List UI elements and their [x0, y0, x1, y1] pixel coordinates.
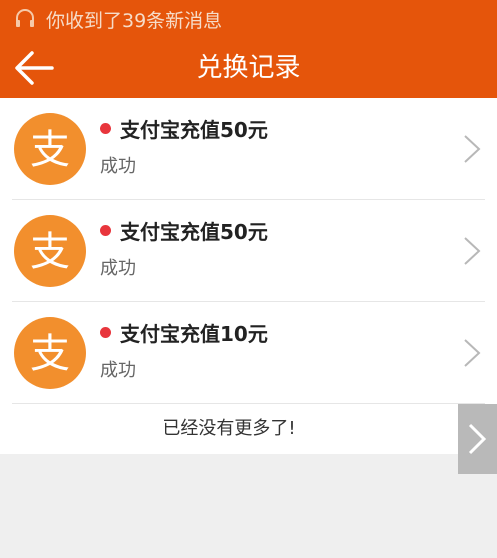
alipay-logo: 支 [14, 215, 86, 287]
status-bar: 你收到了39条新消息 [0, 0, 497, 38]
record-status: 成功 [100, 156, 136, 177]
chevron-right-icon [464, 339, 481, 367]
alipay-logo: 支 [14, 317, 86, 389]
alipay-logo-text: 支 [30, 331, 70, 377]
alipay-logo-text: 支 [30, 127, 70, 173]
chevron-right-icon [464, 237, 481, 265]
record-status: 成功 [100, 258, 136, 279]
side-expand-tab[interactable] [458, 404, 497, 474]
list-footer: 已经没有更多了! [0, 404, 497, 454]
page-title: 兑换记录 [196, 53, 301, 83]
record-item[interactable]: 支 支付宝充值10元 成功 [0, 302, 497, 404]
alipay-logo: 支 [14, 113, 86, 185]
header-bar: 兑换记录 [0, 38, 497, 98]
headset-icon [16, 9, 34, 27]
no-more-text: 已经没有更多了! [162, 418, 296, 439]
unread-dot [100, 225, 111, 236]
record-item[interactable]: 支 支付宝充值50元 成功 [0, 200, 497, 302]
record-title: 支付宝充值10元 [120, 322, 268, 346]
record-title: 支付宝充值50元 [120, 118, 268, 142]
record-list: 支 支付宝充值50元 成功 支 支付宝充值50元 成功 支 支付宝充值10元 成… [0, 98, 497, 404]
chevron-right-icon [468, 423, 487, 455]
record-item[interactable]: 支 支付宝充值50元 成功 [0, 98, 497, 200]
record-title: 支付宝充值50元 [120, 220, 268, 244]
chevron-right-icon [464, 135, 481, 163]
unread-dot [100, 123, 111, 134]
alipay-logo-text: 支 [30, 229, 70, 275]
record-status: 成功 [100, 360, 136, 381]
unread-dot [100, 327, 111, 338]
notification-text: 你收到了39条新消息 [46, 9, 223, 32]
